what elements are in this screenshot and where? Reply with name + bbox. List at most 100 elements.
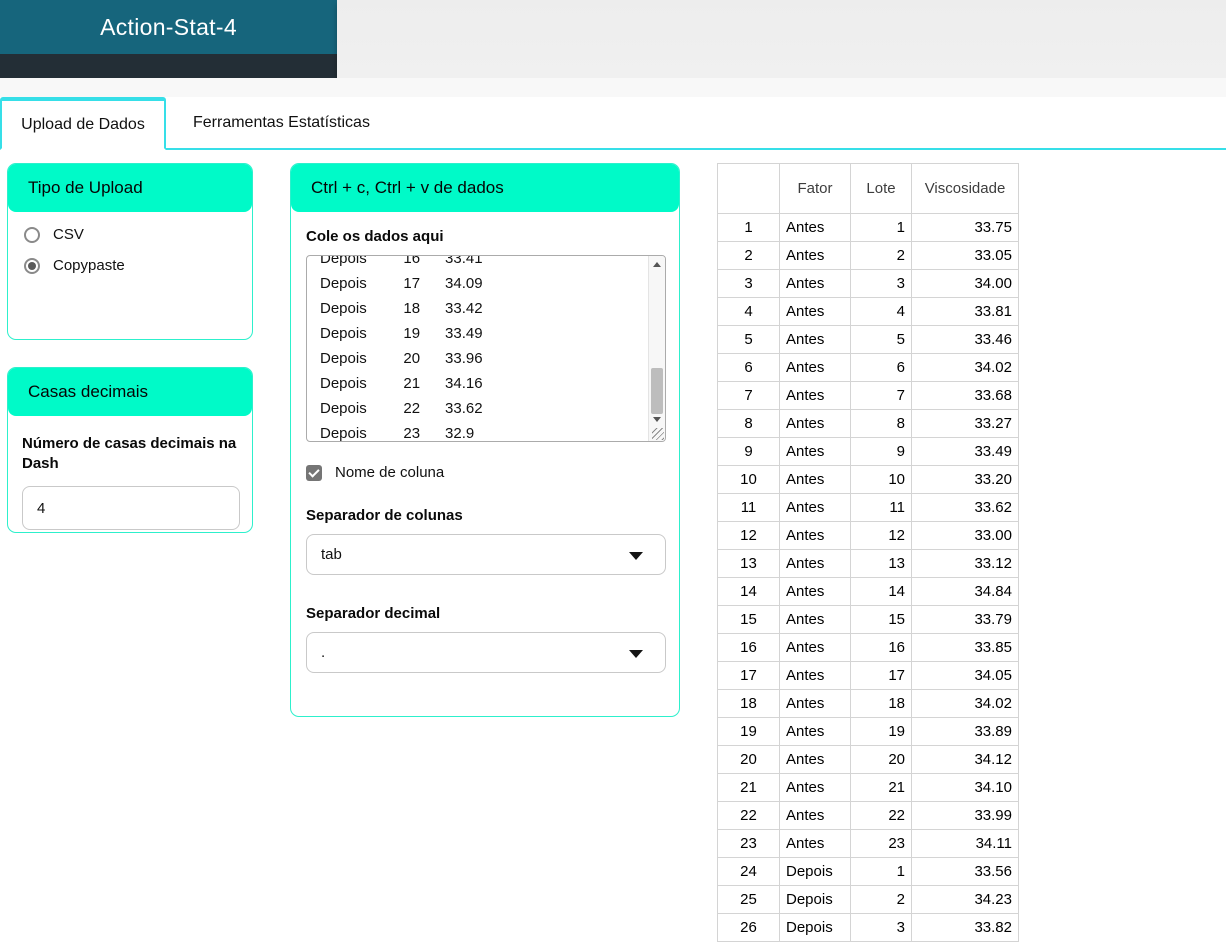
- table-cell: 34.10: [911, 773, 1019, 802]
- table-header-lote: Lote: [850, 163, 912, 214]
- table-cell: Antes: [779, 437, 851, 466]
- table-row: 17 Antes 17 34.05: [717, 661, 1019, 690]
- table-cell: 25: [717, 885, 780, 914]
- table-cell: 33.56: [911, 857, 1019, 886]
- table-cell: Antes: [779, 689, 851, 718]
- table-cell: Antes: [779, 773, 851, 802]
- decimal-separator-label: Separador decimal: [306, 605, 441, 622]
- table-cell: 34.23: [911, 885, 1019, 914]
- data-table-body: 1 Antes 1 33.75 2 Antes 2 33.05 3 Antes 3 34.00 4 Ant…: [717, 213, 1019, 942]
- table-cell: 14: [717, 577, 780, 606]
- radio-option-csv[interactable]: CSV: [24, 226, 252, 243]
- table-cell: 24: [717, 857, 780, 886]
- navbar-brand: Action-Stat-4: [0, 0, 337, 54]
- decimals-input[interactable]: [22, 486, 240, 530]
- upload-type-card-header: Tipo de Upload: [8, 164, 252, 212]
- table-cell: 33.62: [911, 493, 1019, 522]
- table-cell: 15: [717, 605, 780, 634]
- table-cell: Antes: [779, 213, 851, 242]
- table-row: 10 Antes 10 33.20: [717, 465, 1019, 494]
- column-separator-label: Separador de colunas: [306, 507, 463, 524]
- decimal-separator-select[interactable]: .: [306, 632, 666, 673]
- data-table: Fator Lote Viscosidade 1 Antes 1 33.75 2 Ante…: [717, 163, 1019, 942]
- table-cell: 16: [850, 633, 912, 662]
- paste-card-title: Ctrl + c, Ctrl + v de dados: [311, 178, 504, 197]
- table-cell: 14: [850, 577, 912, 606]
- table-cell: Antes: [779, 409, 851, 438]
- header-divider-strip: [0, 78, 1226, 97]
- table-cell: 11: [717, 493, 780, 522]
- paste-card: Ctrl + c, Ctrl + v de dados Cole os dado…: [290, 163, 680, 717]
- table-cell: Antes: [779, 465, 851, 494]
- upload-type-card: Tipo de Upload CSV Copypaste: [7, 163, 253, 340]
- table-row: 9 Antes 9 33.49: [717, 437, 1019, 466]
- table-cell: 8: [717, 409, 780, 438]
- scroll-down-icon[interactable]: [649, 411, 665, 428]
- column-names-checkbox-row[interactable]: Nome de coluna: [306, 464, 664, 481]
- table-header-fator: Fator: [779, 163, 851, 214]
- table-cell: 34.84: [911, 577, 1019, 606]
- tab-upload-de-dados[interactable]: Upload de Dados: [0, 97, 166, 150]
- radio-icon[interactable]: [24, 257, 40, 274]
- decimals-label: Número de casas decimais na Dash: [22, 435, 237, 472]
- table-cell: 2: [850, 885, 912, 914]
- radio-icon[interactable]: [24, 226, 40, 243]
- table-cell: 21: [850, 773, 912, 802]
- tab-bar: Upload de Dados Ferramentas Estatísticas: [0, 97, 1226, 150]
- table-cell: Antes: [779, 493, 851, 522]
- table-cell: Antes: [779, 717, 851, 746]
- decimal-separator-value: .: [321, 644, 326, 661]
- table-row: 20 Antes 20 34.12: [717, 745, 1019, 774]
- table-row: 18 Antes 18 34.02: [717, 689, 1019, 718]
- table-row: 3 Antes 3 34.00: [717, 269, 1019, 298]
- table-cell: 1: [717, 213, 780, 242]
- checkbox-icon[interactable]: [306, 464, 322, 481]
- table-cell: Antes: [779, 353, 851, 382]
- table-cell: 34.02: [911, 689, 1019, 718]
- table-cell: 33.99: [911, 801, 1019, 830]
- caret-down-icon: [629, 552, 643, 560]
- textarea-scrollbar[interactable]: [648, 256, 665, 441]
- table-row: 12 Antes 12 33.00: [717, 521, 1019, 550]
- table-cell: 34.05: [911, 661, 1019, 690]
- radio-option-copypaste[interactable]: Copypaste: [24, 257, 252, 274]
- table-row: 15 Antes 15 33.79: [717, 605, 1019, 634]
- table-cell: Antes: [779, 577, 851, 606]
- tab-ferramentas-estatisticas[interactable]: Ferramentas Estatísticas: [166, 97, 397, 148]
- table-cell: Depois: [779, 857, 851, 886]
- decimals-card-title: Casas decimais: [28, 382, 148, 401]
- table-cell: Antes: [779, 661, 851, 690]
- table-cell: 9: [717, 437, 780, 466]
- table-cell: 33.27: [911, 409, 1019, 438]
- table-row: 2 Antes 2 33.05: [717, 241, 1019, 270]
- table-cell: Antes: [779, 521, 851, 550]
- table-row: 14 Antes 14 34.84: [717, 577, 1019, 606]
- scroll-up-icon[interactable]: [649, 256, 665, 273]
- resize-grip-icon[interactable]: [652, 428, 664, 440]
- table-cell: Antes: [779, 829, 851, 858]
- table-cell: 1: [850, 213, 912, 242]
- table-cell: 33.20: [911, 465, 1019, 494]
- header-gray-panel: [337, 0, 1226, 78]
- table-cell: Antes: [779, 269, 851, 298]
- table-cell: 5: [850, 325, 912, 354]
- table-cell: 34.12: [911, 745, 1019, 774]
- table-cell: 34.11: [911, 829, 1019, 858]
- table-cell: 18: [717, 689, 780, 718]
- table-cell: 23: [717, 829, 780, 858]
- table-cell: 6: [717, 353, 780, 382]
- table-cell: Antes: [779, 549, 851, 578]
- table-cell: Depois: [779, 913, 851, 942]
- table-row: 11 Antes 11 33.62: [717, 493, 1019, 522]
- table-cell: 17: [850, 661, 912, 690]
- table-cell: 34.02: [911, 353, 1019, 382]
- table-cell: 8: [850, 409, 912, 438]
- upload-type-card-title: Tipo de Upload: [28, 178, 143, 197]
- table-cell: 6: [850, 353, 912, 382]
- table-cell: 3: [850, 269, 912, 298]
- table-cell: 5: [717, 325, 780, 354]
- column-separator-select[interactable]: tab: [306, 534, 666, 575]
- paste-textarea[interactable]: Depois 16 33.41 Depois 17 34.09 Depois 1…: [306, 255, 666, 442]
- scrollbar-thumb[interactable]: [651, 368, 663, 414]
- table-cell: 33.75: [911, 213, 1019, 242]
